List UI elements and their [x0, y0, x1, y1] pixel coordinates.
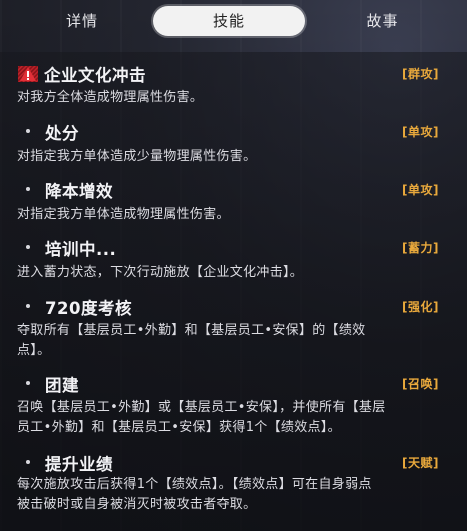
skill-description-line: 夺取所有【基层员工•外勤】和【基层员工•安保】的【绩效 — [17, 323, 366, 338]
skill-item: 处分 [单攻] 对指定我方单体造成少量物理属性伤害。 — [0, 120, 467, 164]
skill-item: 企业文化冲击 [群攻] 对我方全体造成物理属性伤害。 — [0, 62, 467, 105]
skill-item: 提升业绩 [天赋] 每次施放攻击后获得1个【绩效点】。【绩效点】可在自身弱点 被… — [0, 451, 467, 512]
skill-item: 720度考核 [强化] 夺取所有【基层员工•外勤】和【基层员工•安保】的【绩效 … — [0, 295, 467, 358]
tab-skills[interactable]: 技能 — [153, 6, 305, 36]
skill-description-line: 每次施放攻击后获得1个【绩效点】。【绩效点】可在自身弱点 — [17, 477, 372, 492]
bullet-icon — [26, 129, 30, 133]
bullet-icon — [26, 304, 30, 308]
bullet-icon — [26, 460, 30, 464]
skill-description-line: 进入蓄力状态，下次行动施放【企业文化冲击】。 — [17, 265, 304, 280]
skill-description: 对指定我方单体造成少量物理属性伤害。 — [17, 147, 447, 167]
skills-panel: 企业文化冲击 [群攻] 对我方全体造成物理属性伤害。 处分 [单攻] 对指定我方… — [0, 52, 467, 531]
skill-description: 夺取所有【基层员工•外勤】和【基层员工•安保】的【绩效 点】。 — [17, 321, 447, 361]
skill-name: 提升业绩 — [45, 455, 113, 474]
skill-item: 培训中... [蓄力] 进入蓄力状态，下次行动施放【企业文化冲击】。 — [0, 236, 467, 280]
skill-description-line: 召唤【基层员工•外勤】或【基层员工•安保】，并使所有【基层 — [17, 400, 386, 415]
tab-details[interactable]: 详情 — [12, 6, 152, 36]
skill-tag: [单攻] — [402, 183, 439, 197]
skill-tag: [天赋] — [402, 456, 439, 470]
skill-description-line: 员工•外勤】和【基层员工•安保】获得1个【绩效点】。 — [17, 420, 341, 435]
skill-description-line: 被击破时或自身被消灭时被攻击者夺取。 — [17, 497, 257, 512]
skill-name: 720度考核 — [45, 299, 132, 318]
bullet-icon — [26, 187, 30, 191]
skill-item: 团建 [召唤] 召唤【基层员工•外勤】或【基层员工•安保】，并使所有【基层 员工… — [0, 372, 467, 435]
skill-description-line: 对指定我方单体造成少量物理属性伤害。 — [17, 149, 257, 164]
skill-description: 每次施放攻击后获得1个【绩效点】。【绩效点】可在自身弱点 被击破时或自身被消灭时… — [17, 475, 447, 515]
skill-tag: [强化] — [402, 300, 439, 314]
skill-tag: [蓄力] — [402, 241, 439, 255]
skill-description: 进入蓄力状态，下次行动施放【企业文化冲击】。 — [17, 263, 447, 283]
warning-icon — [18, 66, 38, 82]
skill-name: 降本增效 — [45, 182, 113, 201]
skill-name: 团建 — [45, 376, 79, 395]
skill-name: 企业文化冲击 — [44, 66, 146, 85]
skill-tag: [单攻] — [402, 125, 439, 139]
bullet-icon — [26, 381, 30, 385]
skill-description: 对我方全体造成物理属性伤害。 — [17, 88, 447, 108]
tab-story[interactable]: 故事 — [310, 6, 455, 36]
skill-description: 对指定我方单体造成物理属性伤害。 — [17, 205, 447, 225]
tab-bar: 详情 技能 故事 — [0, 6, 467, 36]
skill-tag: [群攻] — [402, 67, 439, 81]
skill-name: 处分 — [45, 124, 79, 143]
skill-description: 召唤【基层员工•外勤】或【基层员工•安保】，并使所有【基层 员工•外勤】和【基层… — [17, 398, 447, 438]
skill-description-line: 点】。 — [17, 343, 51, 358]
skill-item: 降本增效 [单攻] 对指定我方单体造成物理属性伤害。 — [0, 178, 467, 222]
skill-tag: [召唤] — [402, 377, 439, 391]
skill-description-line: 对我方全体造成物理属性伤害。 — [17, 90, 204, 105]
skill-description-line: 对指定我方单体造成物理属性伤害。 — [17, 207, 230, 222]
bullet-icon — [26, 245, 30, 249]
skill-name: 培训中... — [45, 240, 117, 259]
